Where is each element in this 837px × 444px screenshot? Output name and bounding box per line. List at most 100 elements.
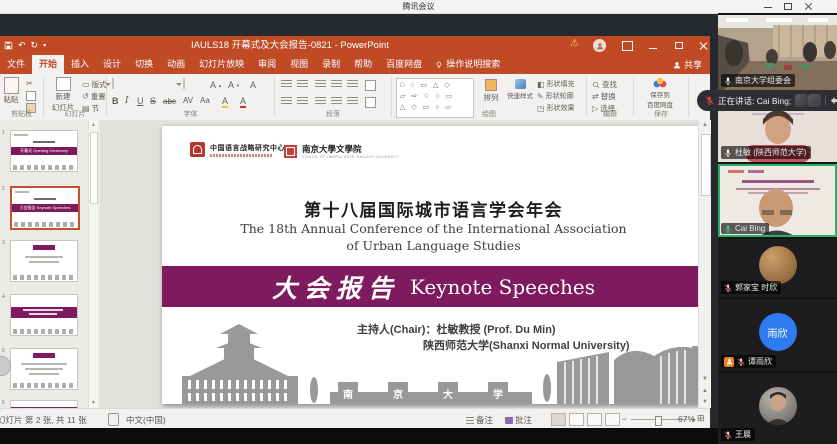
zoom-out-button[interactable]: − bbox=[622, 414, 627, 424]
text-direction-button[interactable] bbox=[365, 80, 376, 91]
tab-insert[interactable]: 插入 bbox=[64, 55, 96, 74]
cut-button[interactable]: ✂ bbox=[26, 79, 33, 88]
scrollbar-thumb[interactable] bbox=[90, 132, 98, 204]
slide-thumbnail-4[interactable] bbox=[10, 294, 78, 336]
slide-thumbnail-2-selected[interactable]: 大会报告 Keynote Speeches bbox=[10, 186, 80, 230]
tab-review[interactable]: 审阅 bbox=[251, 55, 283, 74]
slide-sorter-view-button[interactable] bbox=[569, 413, 584, 426]
tab-record[interactable]: 录制 bbox=[315, 55, 347, 74]
video-tile-yuxin[interactable]: 雨欣 谭雨欣 bbox=[718, 299, 837, 371]
slide-thumbnail-6[interactable] bbox=[10, 400, 78, 408]
copy-button[interactable] bbox=[26, 91, 36, 101]
character-spacing-button[interactable]: AV bbox=[183, 96, 193, 105]
save-to-baidu-button[interactable]: 保存到 百度网盘 bbox=[636, 77, 684, 109]
speaking-toast[interactable]: 正在讲话: Cai Bing; bbox=[697, 90, 837, 111]
quick-styles-button[interactable]: 快速样式 bbox=[506, 78, 534, 100]
shape-fill-button[interactable]: ◧形状填充 bbox=[537, 79, 575, 89]
align-center-button[interactable] bbox=[297, 97, 308, 106]
numbering-button[interactable] bbox=[297, 80, 308, 89]
slide[interactable]: 中国语言战略研究中心 南京大學文學院 SCHOOL OF LIBERAL ART… bbox=[162, 126, 698, 404]
underline-button[interactable]: U bbox=[137, 96, 144, 106]
strikethrough-button[interactable]: S bbox=[150, 96, 156, 106]
tab-animations[interactable]: 动画 bbox=[160, 55, 192, 74]
tab-baidu-netdisk[interactable]: 百度网盘 bbox=[379, 55, 429, 74]
tab-help[interactable]: 帮助 bbox=[347, 55, 379, 74]
tab-view[interactable]: 视图 bbox=[283, 55, 315, 74]
bold-button[interactable]: B bbox=[112, 96, 119, 106]
slide-scrollbar[interactable]: ▲ ▼ ▲ ▼ bbox=[698, 120, 711, 408]
slideshow-view-button[interactable] bbox=[605, 413, 620, 426]
avatar: 雨欣 bbox=[759, 313, 797, 351]
ribbon-display-options-icon[interactable] bbox=[622, 41, 633, 51]
shrink-font-button[interactable]: A▼ bbox=[228, 80, 240, 90]
account-avatar[interactable] bbox=[593, 39, 606, 52]
tab-transitions[interactable]: 切换 bbox=[128, 55, 160, 74]
slide-thumbnail-3[interactable] bbox=[10, 240, 78, 282]
video-tile-wangchen[interactable]: 王晨 bbox=[718, 373, 837, 444]
zoom-level[interactable]: 67% bbox=[678, 414, 695, 424]
ppt-minimize-icon[interactable] bbox=[648, 41, 658, 50]
bullets-button[interactable] bbox=[281, 80, 292, 89]
scroll-up-icon[interactable]: ▲ bbox=[702, 122, 708, 128]
video-tile-room[interactable]: 南京大学组委会 bbox=[718, 15, 837, 90]
clear-formatting-button[interactable]: A bbox=[250, 80, 256, 90]
grow-font-button[interactable]: A▲ bbox=[210, 80, 222, 90]
text-shadow-button[interactable]: abc bbox=[163, 97, 176, 106]
tab-design[interactable]: 设计 bbox=[96, 55, 128, 74]
video-tile-caibing[interactable]: Cai Bing bbox=[718, 164, 837, 237]
next-slide-icon[interactable]: ▼ bbox=[702, 399, 708, 405]
slide-thumbnail-1[interactable]: 开幕式 Opening Ceremony bbox=[10, 130, 78, 172]
increase-indent-button[interactable] bbox=[331, 80, 342, 89]
find-button[interactable]: 查找 bbox=[592, 79, 617, 90]
notes-toggle[interactable]: 备注 bbox=[466, 414, 493, 426]
reply-arrow-icon[interactable] bbox=[830, 96, 837, 106]
layout-button[interactable]: ▭版式 bbox=[82, 79, 107, 90]
decrease-indent-button[interactable] bbox=[315, 80, 326, 89]
change-case-button[interactable]: Aa bbox=[200, 96, 210, 105]
scroll-up-icon[interactable]: ▲ bbox=[91, 122, 96, 128]
arrange-button[interactable]: 排列 bbox=[478, 78, 504, 103]
font-name-dropdown[interactable] bbox=[112, 78, 114, 89]
ppt-close-icon[interactable] bbox=[698, 41, 708, 50]
alert-icon[interactable]: ⚠ bbox=[570, 38, 579, 49]
scroll-down-icon[interactable]: ▼ bbox=[91, 400, 96, 406]
align-left-button[interactable] bbox=[281, 97, 292, 106]
accessibility-icon[interactable] bbox=[108, 413, 119, 426]
tab-slideshow[interactable]: 幻灯片放映 bbox=[192, 55, 251, 74]
language-indicator[interactable]: 中文(中国) bbox=[126, 414, 166, 426]
minimize-icon[interactable] bbox=[764, 2, 772, 10]
zoom-slider-thumb[interactable] bbox=[655, 416, 662, 426]
close-icon[interactable] bbox=[804, 2, 812, 10]
justify-button[interactable] bbox=[331, 97, 342, 106]
highlight-color-button[interactable]: A bbox=[222, 96, 228, 108]
ppt-restore-icon[interactable] bbox=[674, 41, 684, 50]
clipboard-icon bbox=[4, 77, 19, 94]
columns-button[interactable] bbox=[347, 97, 358, 106]
thumbnail-scrollbar[interactable]: ▲ ▼ bbox=[88, 120, 98, 408]
maximize-icon[interactable] bbox=[784, 2, 792, 10]
slide-thumbnail-5[interactable] bbox=[10, 348, 78, 390]
share-button[interactable]: 共享 bbox=[673, 55, 702, 74]
paste-button[interactable]: 粘贴 bbox=[0, 77, 22, 105]
align-text-button[interactable] bbox=[365, 97, 376, 108]
comments-toggle[interactable]: 批注 bbox=[505, 414, 532, 426]
tab-file[interactable]: 文件 bbox=[0, 55, 32, 74]
reset-button[interactable]: ↺重置 bbox=[82, 91, 106, 102]
tell-me-search[interactable]: 操作说明搜索 bbox=[429, 55, 506, 74]
fit-to-window-icon[interactable]: ⊞ bbox=[697, 413, 705, 424]
tab-home[interactable]: 开始 bbox=[32, 55, 64, 74]
line-spacing-button[interactable] bbox=[347, 80, 358, 89]
normal-view-button[interactable] bbox=[551, 413, 566, 426]
scroll-down-icon[interactable]: ▼ bbox=[702, 376, 708, 382]
font-size-dropdown[interactable] bbox=[183, 78, 185, 89]
shape-outline-button[interactable]: ✎形状轮廓 bbox=[537, 91, 574, 101]
scrollbar-thumb[interactable] bbox=[701, 134, 711, 196]
replace-button[interactable]: ⇄替换 bbox=[592, 91, 616, 102]
italic-button[interactable]: I bbox=[125, 96, 129, 106]
video-tile-guojiabao[interactable]: 郭家宝 时欣 bbox=[718, 239, 837, 297]
font-color-button[interactable]: A bbox=[240, 96, 246, 108]
align-right-button[interactable] bbox=[315, 97, 326, 106]
previous-slide-icon[interactable]: ▲ bbox=[702, 388, 708, 394]
reading-view-button[interactable] bbox=[587, 413, 602, 426]
new-slide-button[interactable]: 新建 幻灯片 bbox=[47, 77, 79, 113]
